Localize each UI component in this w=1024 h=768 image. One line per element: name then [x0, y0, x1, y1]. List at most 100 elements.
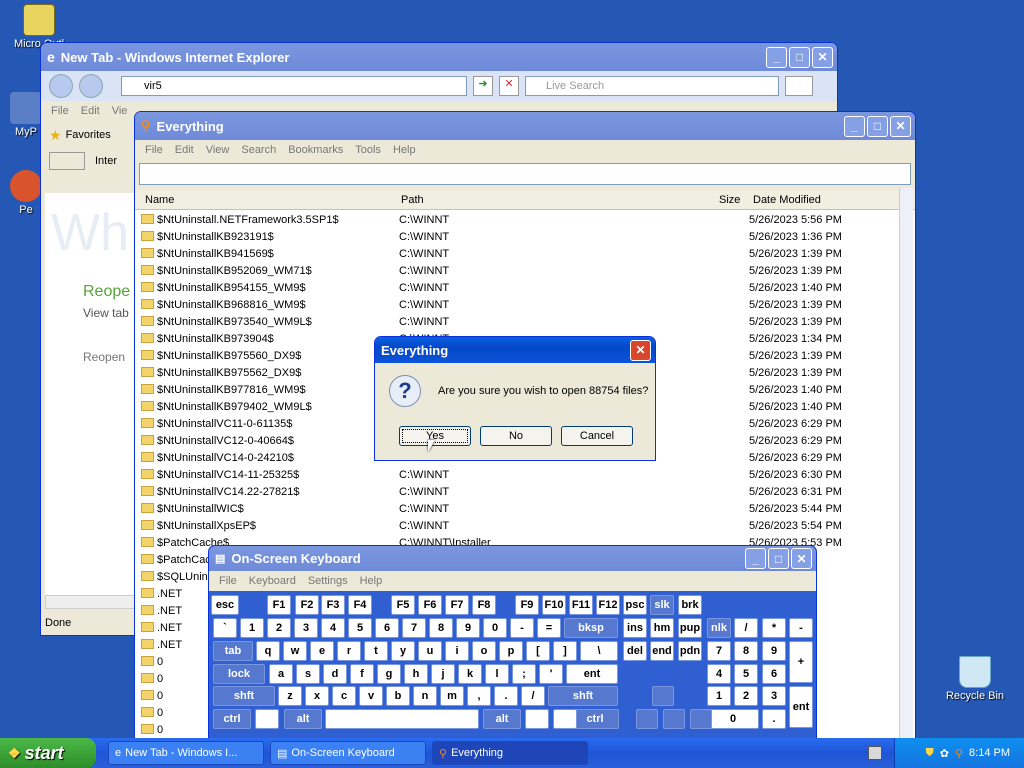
key-tab-37[interactable]: tab — [213, 641, 253, 661]
table-row[interactable]: $NtUninstallVC14.22-27821$ C:\WINNT 5/26/2… — [135, 484, 895, 501]
key-e-40[interactable]: e — [310, 641, 334, 661]
key-l-67[interactable]: l — [485, 664, 509, 684]
key-f-62[interactable]: f — [350, 664, 374, 684]
key-esc-0[interactable]: esc — [211, 595, 239, 615]
dialog-titlebar[interactable]: Everything ✕ — [375, 337, 655, 363]
key-sym-49[interactable]: ] — [553, 641, 577, 661]
key-w-39[interactable]: w — [283, 641, 307, 661]
column-name[interactable]: Name — [145, 194, 174, 206]
table-row[interactable]: $NtUninstallKB954155_WM9$ C:\WINNT 5/26/20… — [135, 280, 895, 297]
key-5-21[interactable]: 5 — [348, 618, 372, 638]
key-sym-27[interactable]: - — [510, 618, 534, 638]
menu-keyboard[interactable]: Keyboard — [243, 575, 302, 587]
key-end-52[interactable]: end — [650, 641, 674, 661]
key-9-56[interactable]: 9 — [762, 641, 786, 661]
key-bksp-29[interactable]: bksp — [564, 618, 618, 638]
key-alt-92[interactable]: alt — [483, 709, 521, 729]
menu-help[interactable]: Help — [387, 144, 422, 156]
search-input[interactable]: Live Search — [525, 76, 779, 96]
key-F8-8[interactable]: F8 — [472, 595, 496, 615]
key-ent-89[interactable]: ent — [789, 686, 813, 728]
key-j-65[interactable]: j — [431, 664, 455, 684]
key-sym-34[interactable]: / — [734, 618, 758, 638]
menu-file[interactable]: File — [213, 575, 243, 587]
menu-bookmarks[interactable]: Bookmarks — [282, 144, 349, 156]
tab-label[interactable]: Inter — [95, 155, 117, 167]
menu-edit[interactable]: Edit — [75, 105, 106, 117]
key-F6-6[interactable]: F6 — [418, 595, 442, 615]
key-sym-50[interactable]: \ — [580, 641, 618, 661]
table-row[interactable]: $NtUninstall.NETFramework3.5SP1$ C:\WINNT… — [135, 212, 895, 229]
windows-key-2[interactable] — [525, 709, 549, 729]
key-5-72[interactable]: 5 — [734, 664, 758, 684]
key-hm-31[interactable]: hm — [650, 618, 674, 638]
windows-key[interactable] — [255, 709, 279, 729]
taskbar-button-everything[interactable]: ⚲ Everything — [432, 741, 588, 765]
key-F11-11[interactable]: F11 — [569, 595, 593, 615]
keyboard-tray-icon[interactable] — [868, 746, 882, 760]
key-space[interactable] — [325, 709, 479, 729]
everything-search-input[interactable] — [139, 163, 911, 185]
key-sym-48[interactable]: [ — [526, 641, 550, 661]
key-0-94[interactable]: 0 — [707, 709, 759, 729]
key-8-55[interactable]: 8 — [734, 641, 758, 661]
table-row[interactable]: $NtUninstallKB952069_WM71$ C:\WINNT 5/26/2… — [135, 263, 895, 280]
menu-view[interactable]: View — [200, 144, 236, 156]
key-2-18[interactable]: 2 — [267, 618, 291, 638]
key-1-86[interactable]: 1 — [707, 686, 731, 706]
arrow-left-key[interactable] — [636, 709, 658, 729]
start-button[interactable]: ❖ start — [0, 738, 96, 768]
key-o-46[interactable]: o — [472, 641, 496, 661]
key-s-60[interactable]: s — [296, 664, 320, 684]
key-k-66[interactable]: k — [458, 664, 482, 684]
column-date[interactable]: Date Modified — [753, 194, 821, 206]
key-b-79[interactable]: b — [386, 686, 410, 706]
key-sym-16[interactable]: ` — [213, 618, 237, 638]
dialog-close-button[interactable]: ✕ — [630, 339, 651, 361]
key-pdn-53[interactable]: pdn — [678, 641, 702, 661]
key-z-75[interactable]: z — [278, 686, 302, 706]
menu-tools[interactable]: Tools — [349, 144, 387, 156]
taskbar-button-osk[interactable]: ▤ On-Screen Keyboard — [270, 741, 426, 765]
table-row[interactable]: $NtUninstallKB923191$ C:\WINNT 5/26/2023 1… — [135, 229, 895, 246]
minimize-button[interactable]: _ — [844, 115, 865, 137]
key-1-17[interactable]: 1 — [240, 618, 264, 638]
key-i-45[interactable]: i — [445, 641, 469, 661]
arrow-up-key[interactable] — [652, 686, 674, 706]
osk-window[interactable]: ▤ On-Screen Keyboard _ □ ✕ File Keyboard… — [208, 545, 817, 740]
key-F2-2[interactable]: F2 — [295, 595, 319, 615]
menu-help[interactable]: Help — [354, 575, 389, 587]
key-brk-15[interactable]: brk — [678, 595, 702, 615]
key-F1-1[interactable]: F1 — [267, 595, 291, 615]
maximize-button[interactable]: □ — [789, 46, 810, 68]
key-sym-57[interactable]: + — [789, 641, 813, 683]
key-p-47[interactable]: p — [499, 641, 523, 661]
go-button[interactable]: ➜ — [473, 76, 493, 96]
maximize-button[interactable]: □ — [867, 115, 888, 137]
table-row[interactable]: $NtUninstallKB941569$ C:\WINNT 5/26/2023 1… — [135, 246, 895, 263]
key-n-80[interactable]: n — [413, 686, 437, 706]
key-F12-12[interactable]: F12 — [596, 595, 620, 615]
everything-titlebar[interactable]: ⚲ Everything _ □ ✕ — [135, 112, 915, 140]
yes-button[interactable]: Yes — [399, 426, 471, 446]
menu-view[interactable]: Vie — [106, 105, 134, 117]
key-7-23[interactable]: 7 — [402, 618, 426, 638]
address-input[interactable]: vir5 — [121, 76, 467, 96]
favorites-button[interactable]: Favorites — [66, 129, 111, 141]
arrow-down-key[interactable] — [663, 709, 685, 729]
menu-file[interactable]: File — [139, 144, 169, 156]
table-row[interactable]: $NtUninstallXpsEP$ C:\WINNT 5/26/2023 5:54… — [135, 518, 895, 535]
search-button[interactable] — [785, 76, 813, 96]
key-shft-85[interactable]: shft — [548, 686, 618, 706]
cancel-button[interactable]: Cancel — [561, 426, 633, 446]
key-slk-14[interactable]: slk — [650, 595, 674, 615]
key-4-71[interactable]: 4 — [707, 664, 731, 684]
table-row[interactable]: $NtUninstallKB973540_WM9L$ C:\WINNT 5/26/2… — [135, 314, 895, 331]
key-u-44[interactable]: u — [418, 641, 442, 661]
key-y-43[interactable]: y — [391, 641, 415, 661]
key-sym-95[interactable]: . — [762, 709, 786, 729]
back-button[interactable] — [49, 74, 73, 98]
minimize-button[interactable]: _ — [766, 46, 787, 68]
menu-edit[interactable]: Edit — [169, 144, 200, 156]
key-sym-69[interactable]: ' — [539, 664, 563, 684]
